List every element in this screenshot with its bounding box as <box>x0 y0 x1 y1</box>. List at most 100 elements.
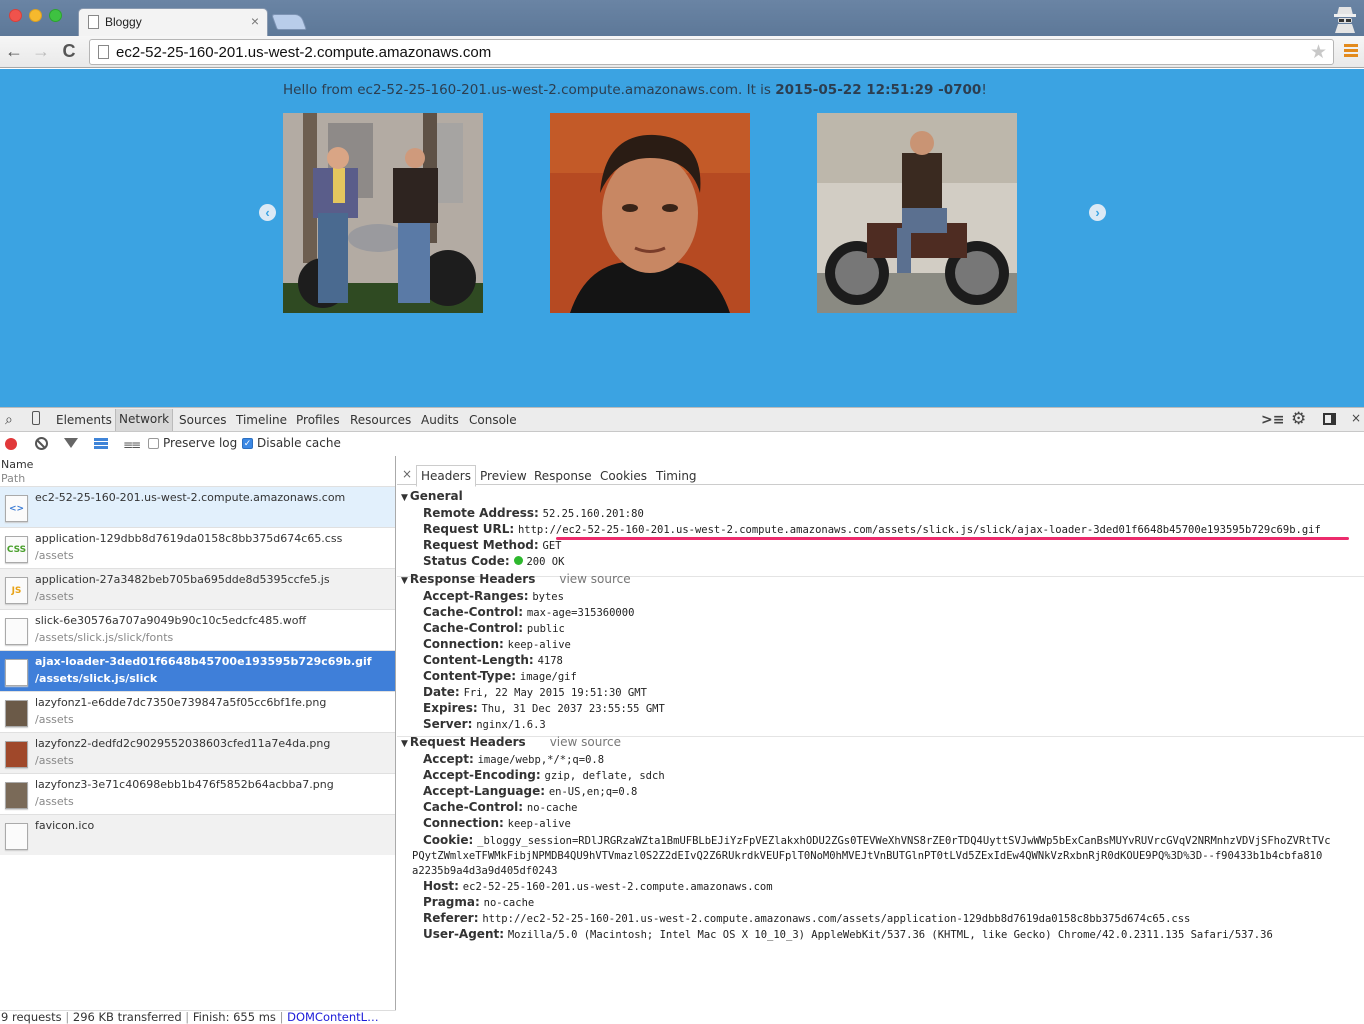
tab-title: Bloggy <box>105 15 142 29</box>
clear-icon[interactable] <box>35 437 48 450</box>
window-minimize-button[interactable] <box>29 9 42 22</box>
preserve-log-label[interactable]: Preserve log <box>163 436 237 450</box>
tab-sources[interactable]: Sources <box>179 413 226 427</box>
status-ok-icon <box>514 556 524 565</box>
header-row: Accept-Language: en-US,en;q=0.8 <box>423 784 637 798</box>
header-key: Cache-Control: <box>423 605 524 619</box>
response-view-source-link[interactable]: view source <box>559 572 630 586</box>
request-path: /assets <box>35 754 74 767</box>
record-icon[interactable] <box>5 438 17 450</box>
header-value: keep-alive <box>507 818 571 830</box>
request-name: application-129dbb8d7619da0158c8bb375d67… <box>35 532 343 545</box>
filter-icon[interactable] <box>64 438 78 448</box>
header-row: Pragma: no-cache <box>423 895 534 909</box>
request-row[interactable]: lazyfonz2-dedfd2c9029552038603cfed11a7e4… <box>0 732 395 773</box>
tab-timing[interactable]: Timing <box>656 469 697 483</box>
overview-icon[interactable]: ≡≡ <box>123 438 141 452</box>
header-key: Content-Length: <box>423 653 534 667</box>
window-maximize-button[interactable] <box>49 9 62 22</box>
carousel-image-3 <box>817 113 1017 313</box>
reload-button[interactable]: C <box>58 40 80 62</box>
request-row[interactable]: ajax-loader-3ded01f6648b45700e193595b729… <box>0 650 395 691</box>
console-drawer-icon[interactable]: >≡ <box>1261 412 1284 428</box>
settings-gear-icon[interactable]: ⚙ <box>1291 409 1306 429</box>
header-key: Referer: <box>423 911 479 925</box>
preserve-log-checkbox[interactable] <box>148 438 159 449</box>
network-status-bar: 9 requests | 296 KB transferred | Finish… <box>0 1010 396 1024</box>
domcontentloaded-link[interactable]: DOMContentL… <box>287 1010 378 1024</box>
disable-cache-label[interactable]: Disable cache <box>257 436 341 450</box>
detail-close-button[interactable]: × <box>402 467 412 481</box>
tab-headers[interactable]: Headers <box>416 465 476 487</box>
header-value: image/webp,*/*;q=0.8 <box>477 754 605 766</box>
request-path: /assets/slick.js/slick/fonts <box>35 631 174 644</box>
request-row[interactable]: favicon.ico <box>0 814 395 855</box>
header-row: Server: nginx/1.6.3 <box>423 717 546 731</box>
carousel-prev-button[interactable]: ‹ <box>259 204 276 221</box>
network-toolbar: ≡≡ Preserve log ✓ Disable cache <box>0 432 1364 456</box>
header-key: Expires: <box>423 701 478 715</box>
request-row[interactable]: lazyfonz1-e6dde7dc7350e739847a5f05cc6bf1… <box>0 691 395 732</box>
separator: | <box>185 1010 190 1024</box>
annotation-underline <box>556 537 1349 540</box>
header-key: Accept-Language: <box>423 784 546 798</box>
header-key: Cookie: <box>423 833 474 847</box>
request-row[interactable]: slick-6e30576a707a9049b90c10c5edcfc485.w… <box>0 609 395 650</box>
browser-tab[interactable]: Bloggy × <box>78 8 268 36</box>
tab-timeline[interactable]: Timeline <box>236 413 287 427</box>
bookmark-star-icon[interactable]: ★ <box>1310 41 1327 64</box>
tab-profiles[interactable]: Profiles <box>296 413 340 427</box>
request-name: lazyfonz2-dedfd2c9029552038603cfed11a7e4… <box>35 737 331 750</box>
request-name: lazyfonz3-3e71c40698ebb1b476f5852b64acbb… <box>35 778 334 791</box>
back-button[interactable]: ← <box>3 40 25 62</box>
large-rows-icon[interactable] <box>94 438 108 449</box>
new-tab-button[interactable] <box>271 14 307 30</box>
dock-side-icon[interactable] <box>1323 413 1336 425</box>
request-view-source-link[interactable]: view source <box>550 735 621 749</box>
tab-resources[interactable]: Resources <box>350 413 411 427</box>
header-key: Pragma: <box>423 895 480 909</box>
header-value: GET <box>542 540 562 552</box>
request-path: /assets <box>35 795 74 808</box>
disable-cache-checkbox[interactable]: ✓ <box>242 438 253 449</box>
incognito-icon <box>1334 7 1356 33</box>
general-section-toggle[interactable]: ▼ General <box>401 489 463 503</box>
request-row[interactable]: <> ec2-52-25-160-201.us-west-2.compute.am… <box>0 486 395 527</box>
tab-preview[interactable]: Preview <box>480 469 527 483</box>
request-headers-toggle[interactable]: ▼ Request Headers view source <box>401 735 621 749</box>
header-value: no-cache <box>483 897 535 909</box>
url-text[interactable]: ec2-52-25-160-201.us-west-2.compute.amaz… <box>116 44 491 61</box>
header-value: ec2-52-25-160-201.us-west-2.compute.amaz… <box>462 881 773 893</box>
inspect-search-icon[interactable]: ⌕ <box>5 412 13 428</box>
name-column-header[interactable]: Name <box>1 458 33 471</box>
header-key: Connection: <box>423 816 504 830</box>
header-value: gzip, deflate, sdch <box>544 770 665 782</box>
request-row[interactable]: lazyfonz3-3e71c40698ebb1b476f5852b64acbb… <box>0 773 395 814</box>
header-value: http://ec2-52-25-160-201.us-west-2.compu… <box>517 524 1321 536</box>
header-key: Server: <box>423 717 473 731</box>
response-headers-toggle[interactable]: ▼ Response Headers view source <box>401 572 631 586</box>
cookie-value-line-2: PQytZWmlxeTFWMkFibjNPMDB4QU9hVTVmazl0S2Z… <box>412 850 1323 862</box>
request-row[interactable]: JS application-27a3482beb705ba695dde8d539… <box>0 568 395 609</box>
cookie-value-line-3: a2235b9a4d3a9d405df0243 <box>412 865 558 877</box>
tab-cookies[interactable]: Cookies <box>600 469 647 483</box>
tab-network[interactable]: Network <box>115 409 174 431</box>
path-column-header[interactable]: Path <box>1 472 25 485</box>
tab-console[interactable]: Console <box>469 413 517 427</box>
address-bar[interactable]: ec2-52-25-160-201.us-west-2.compute.amaz… <box>89 39 1334 65</box>
window-close-button[interactable] <box>9 9 22 22</box>
tab-response[interactable]: Response <box>534 469 592 483</box>
tab-elements[interactable]: Elements <box>56 413 112 427</box>
device-mode-icon[interactable] <box>32 411 40 425</box>
carousel-next-button[interactable]: › <box>1089 204 1106 221</box>
forward-button[interactable]: → <box>30 40 52 62</box>
tab-audits[interactable]: Audits <box>421 413 459 427</box>
request-name: application-27a3482beb705ba695dde8d5395c… <box>35 573 330 586</box>
chrome-menu-icon[interactable] <box>1344 44 1358 58</box>
finish-time: Finish: 655 ms <box>192 1010 276 1024</box>
request-row[interactable]: CSS application-129dbb8d7619da0158c8bb375… <box>0 527 395 568</box>
separator: | <box>65 1010 70 1024</box>
tab-close-icon[interactable]: × <box>251 13 259 29</box>
window-titlebar: Bloggy × <box>0 0 1364 36</box>
devtools-close-button[interactable]: × <box>1351 411 1361 425</box>
